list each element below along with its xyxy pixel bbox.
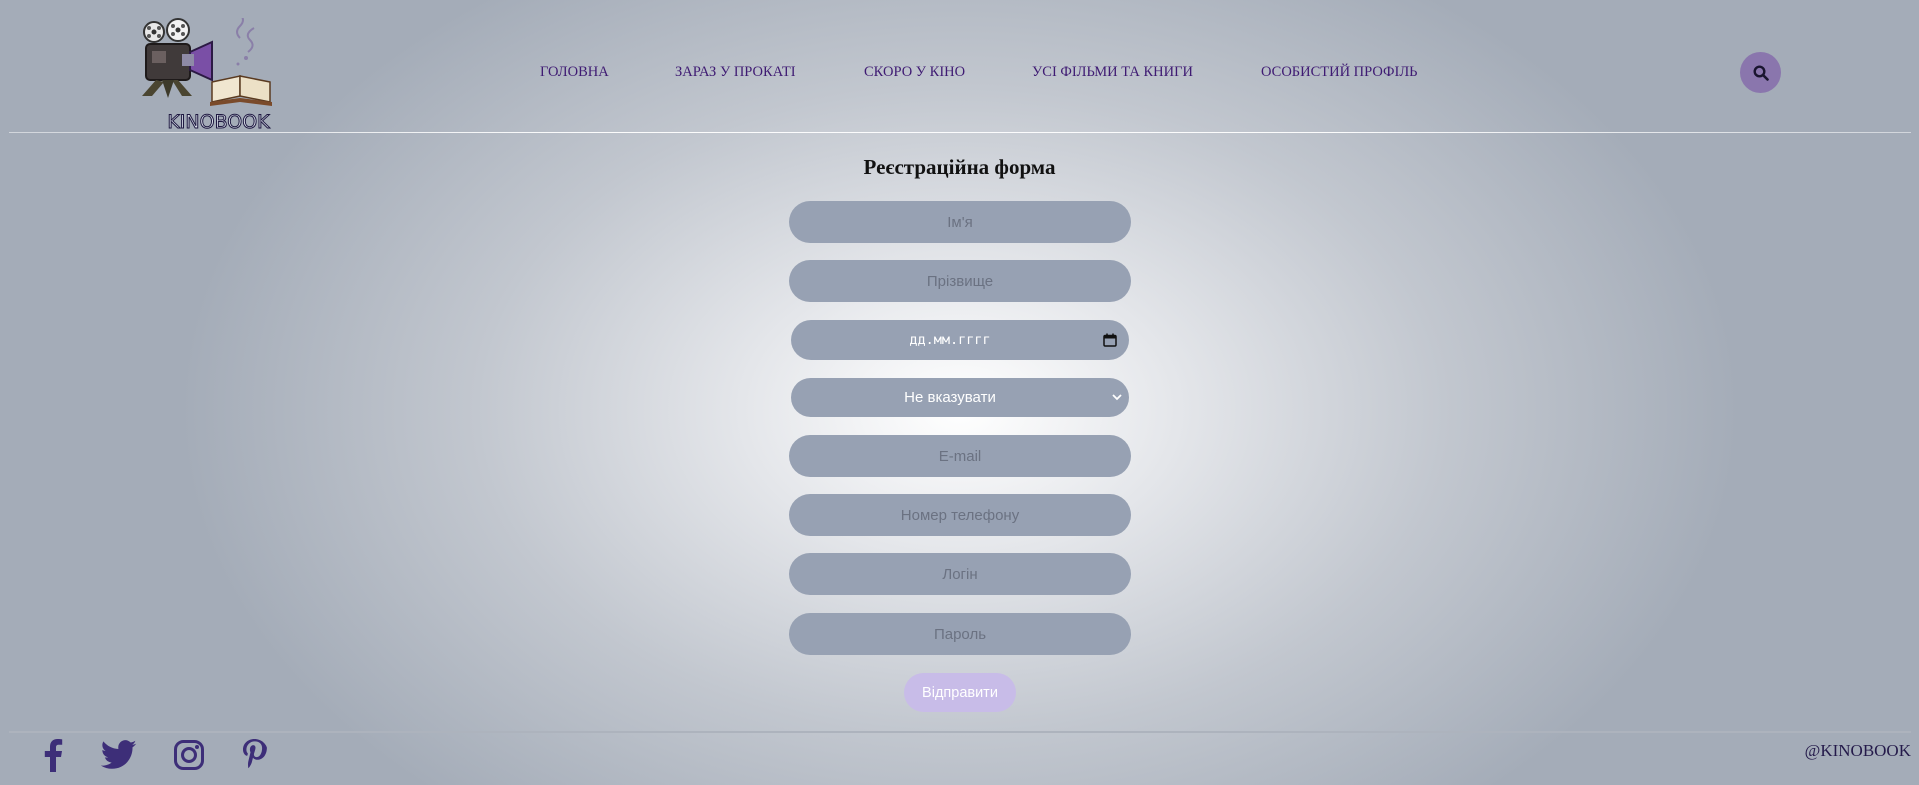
calendar-icon[interactable] [1095, 325, 1125, 355]
password-input[interactable] [789, 613, 1131, 655]
birthdate-input[interactable]: дд.мм.гггг [791, 320, 1129, 360]
site-logo[interactable]: KINOBOOK [142, 18, 282, 134]
site-header: KINOBOOK ГОЛОВНА ЗАРАЗ У ПРОКАТІ СКОРО У… [0, 0, 1919, 134]
nav-item-home[interactable]: ГОЛОВНА [540, 64, 609, 81]
search-button[interactable] [1740, 52, 1781, 93]
footer-divider [9, 731, 1911, 733]
first-name-input[interactable] [789, 201, 1131, 243]
gender-select-value: Не вказувати [904, 389, 996, 406]
email-input[interactable] [789, 435, 1131, 477]
nav-item-now-showing[interactable]: ЗАРАЗ У ПРОКАТІ [675, 64, 796, 81]
nav-item-profile[interactable]: ОСОБИСТИЙ ПРОФІЛЬ [1261, 64, 1418, 81]
birthdate-placeholder: дд.мм.гггг [909, 332, 991, 348]
gender-select[interactable]: Не вказувати [791, 378, 1129, 417]
search-icon [1752, 64, 1769, 81]
header-divider [9, 132, 1911, 133]
instagram-icon[interactable] [172, 734, 206, 776]
chevron-down-icon [1112, 394, 1122, 401]
pinterest-icon[interactable] [240, 734, 268, 776]
site-logo-text: KINOBOOK [167, 111, 270, 134]
facebook-icon[interactable] [40, 734, 66, 776]
submit-button[interactable]: Відправити [904, 673, 1016, 712]
phone-input[interactable] [789, 494, 1131, 536]
login-input[interactable] [789, 553, 1131, 595]
footer-handle: @KINOBOOK [1804, 741, 1911, 760]
nav-item-all-films-books[interactable]: УСІ ФІЛЬМИ ТА КНИГИ [1032, 64, 1193, 81]
movie-camera-book-logo-icon [142, 18, 272, 106]
last-name-input[interactable] [789, 260, 1131, 302]
twitter-icon[interactable] [100, 734, 138, 776]
form-title: Реєстраційна форма [863, 155, 1056, 179]
nav-item-coming-soon[interactable]: СКОРО У КІНО [864, 64, 965, 81]
